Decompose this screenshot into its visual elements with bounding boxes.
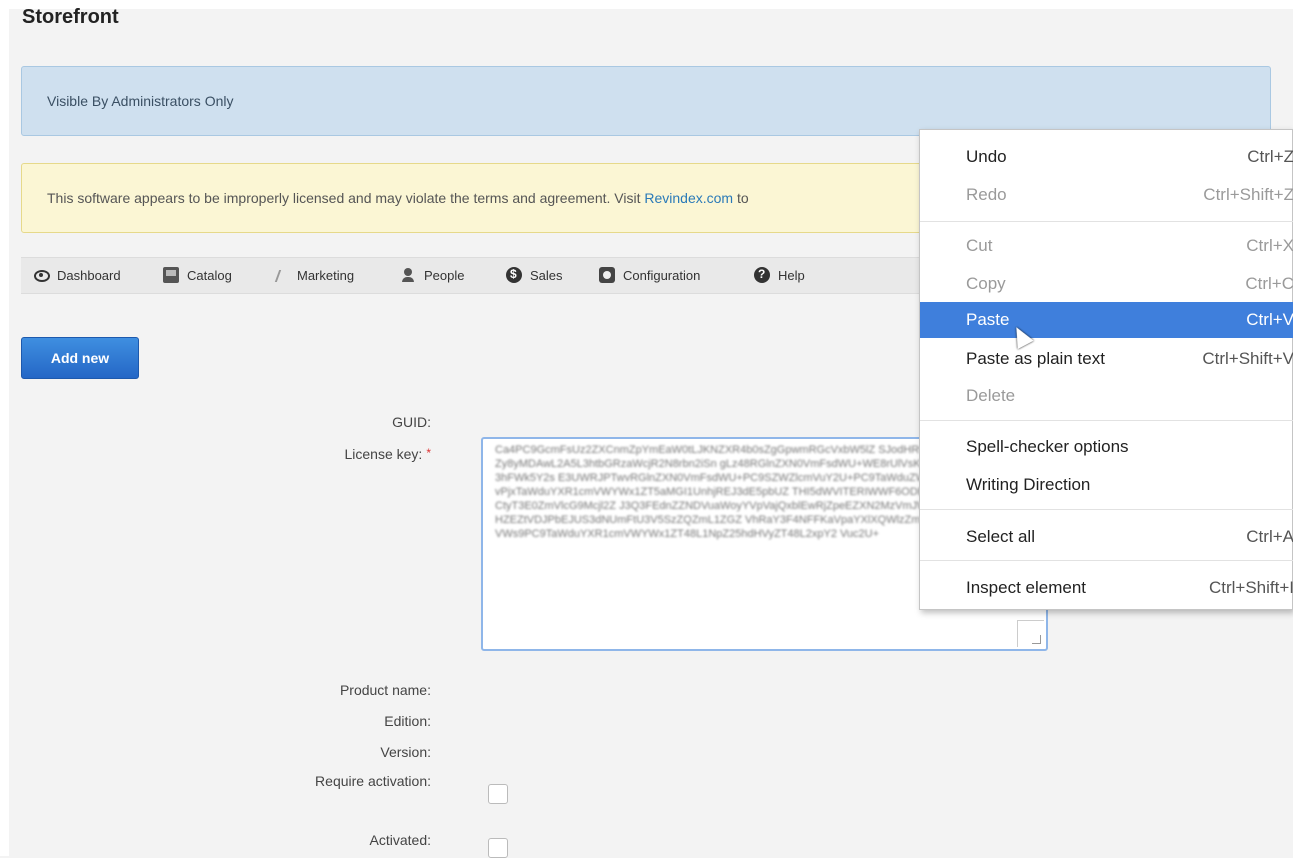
nav-configuration-label: Configuration xyxy=(623,267,701,283)
textarea-resize-handle[interactable] xyxy=(1017,620,1044,647)
config-icon xyxy=(599,267,615,283)
ctx-redo-shortcut: Ctrl+Shift+Z xyxy=(1203,185,1293,204)
nav-marketing[interactable]: Marketing xyxy=(273,267,354,283)
guid-label: GUID: xyxy=(392,414,431,430)
license-warning-suffix: to xyxy=(733,190,749,206)
ctx-copy-shortcut: Ctrl+C xyxy=(1245,274,1293,293)
ctx-undo-shortcut: Ctrl+Z xyxy=(1247,147,1293,166)
person-icon xyxy=(400,267,416,283)
ctx-select-all[interactable]: Select all Ctrl+A xyxy=(920,519,1293,555)
ctx-copy-label: Copy xyxy=(966,274,1006,293)
ctx-copy[interactable]: Copy Ctrl+C xyxy=(920,266,1293,302)
require-activation-checkbox[interactable] xyxy=(488,784,508,804)
ctx-paste-plain-shortcut: Ctrl+Shift+V xyxy=(1202,349,1293,368)
ctx-separator xyxy=(920,560,1293,561)
activated-checkbox[interactable] xyxy=(488,838,508,858)
nav-catalog-label: Catalog xyxy=(187,267,232,283)
ctx-inspect-element-label: Inspect element xyxy=(966,578,1087,597)
eye-icon xyxy=(33,267,50,283)
add-new-button[interactable]: Add new xyxy=(21,337,139,379)
help-icon xyxy=(754,267,770,283)
version-label: Version: xyxy=(380,744,431,760)
ctx-paste-label: Paste xyxy=(966,310,1010,329)
product-name-label: Product name: xyxy=(339,682,431,698)
nav-configuration[interactable]: Configuration xyxy=(599,267,700,283)
ctx-inspect-element[interactable]: Inspect element Ctrl+Shift+I xyxy=(920,570,1293,606)
ctx-writing-direction[interactable]: Writing Direction xyxy=(920,467,1293,503)
ctx-paste[interactable]: Paste Ctrl+V xyxy=(920,302,1293,338)
page-top-strip xyxy=(0,0,1293,9)
nav-help[interactable]: Help xyxy=(754,267,805,283)
ctx-select-all-shortcut: Ctrl+A xyxy=(1246,527,1293,546)
required-marker: * xyxy=(426,446,431,460)
marketing-icon xyxy=(273,267,289,283)
revindex-link[interactable]: Revindex.com xyxy=(644,190,733,206)
ctx-separator xyxy=(920,509,1293,510)
nav-sales-label: Sales xyxy=(530,267,563,283)
nav-catalog[interactable]: Catalog xyxy=(163,267,232,283)
activated-label: Activated: xyxy=(369,832,431,848)
context-menu: Undo Ctrl+Z Redo Ctrl+Shift+Z Cut Ctrl+X… xyxy=(919,129,1293,610)
ctx-undo-label: Undo xyxy=(966,147,1007,166)
ctx-redo-label: Redo xyxy=(966,185,1007,204)
nav-people[interactable]: People xyxy=(400,267,464,283)
nav-help-label: Help xyxy=(778,267,805,283)
nav-dashboard[interactable]: Dashboard xyxy=(33,267,121,283)
license-key-label-text: License key: xyxy=(344,446,423,462)
admin-visibility-alert: Visible By Administrators Only xyxy=(21,66,1271,136)
ctx-select-all-label: Select all xyxy=(966,527,1035,546)
ctx-writing-direction-label: Writing Direction xyxy=(966,475,1091,494)
ctx-paste-plain[interactable]: Paste as plain text Ctrl+Shift+V xyxy=(920,341,1293,377)
ctx-paste-shortcut: Ctrl+V xyxy=(1246,310,1293,329)
nav-sales[interactable]: Sales xyxy=(506,267,563,283)
ctx-spell-checker[interactable]: Spell-checker options xyxy=(920,429,1293,465)
ctx-delete[interactable]: Delete xyxy=(920,378,1293,414)
ctx-undo[interactable]: Undo Ctrl+Z xyxy=(920,139,1293,175)
catalog-icon xyxy=(163,267,179,283)
page-title: Storefront xyxy=(22,6,119,28)
edition-label: Edition: xyxy=(384,713,431,729)
dollar-icon xyxy=(506,267,522,283)
license-warning-prefix: This software appears to be improperly l… xyxy=(47,190,645,206)
nav-marketing-label: Marketing xyxy=(297,267,355,283)
require-activation-label: Require activation: xyxy=(315,773,431,789)
ctx-separator xyxy=(920,221,1293,222)
ctx-delete-label: Delete xyxy=(966,386,1016,405)
admin-visibility-text: Visible By Administrators Only xyxy=(47,93,234,109)
license-key-label: License key: * xyxy=(0,446,432,462)
nav-dashboard-label: Dashboard xyxy=(57,267,121,283)
ctx-paste-plain-label: Paste as plain text xyxy=(966,349,1105,368)
ctx-separator xyxy=(920,420,1293,421)
nav-people-label: People xyxy=(424,267,465,283)
ctx-cut[interactable]: Cut Ctrl+X xyxy=(920,228,1293,264)
ctx-cut-shortcut: Ctrl+X xyxy=(1246,236,1293,255)
ctx-spell-checker-label: Spell-checker options xyxy=(966,437,1129,456)
ctx-inspect-element-shortcut: Ctrl+Shift+I xyxy=(1208,578,1293,597)
ctx-redo[interactable]: Redo Ctrl+Shift+Z xyxy=(920,177,1293,213)
license-warning-alert: This software appears to be improperly l… xyxy=(21,163,926,233)
ctx-cut-label: Cut xyxy=(966,236,993,255)
license-warning-text: This software appears to be improperly l… xyxy=(47,190,749,206)
